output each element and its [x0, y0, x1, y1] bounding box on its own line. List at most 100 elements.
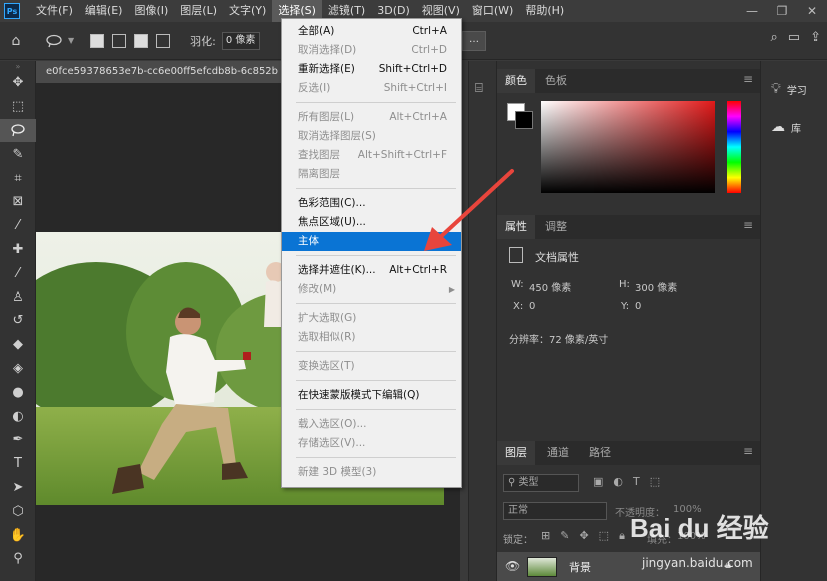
menu-item-load-selection[interactable]: 载入选区(O)...: [282, 415, 461, 434]
lock-all-icon[interactable]: 🔒︎: [619, 529, 625, 543]
healing-brush-tool-icon[interactable]: ✚: [0, 238, 36, 262]
menu-file[interactable]: 文件(F): [30, 0, 79, 22]
history-icon[interactable]: ⌸: [475, 81, 483, 96]
path-select-tool-icon[interactable]: ➤: [0, 476, 36, 500]
lock-artboard-icon[interactable]: ⬚: [599, 529, 609, 543]
tab-color[interactable]: 颜色: [497, 69, 535, 93]
menu-item-deselect-layers[interactable]: 取消选择图层(S): [282, 127, 461, 146]
chevron-down-icon[interactable]: ▼: [68, 36, 74, 45]
lasso-tool-icon[interactable]: [0, 118, 36, 143]
menu-item-reselect[interactable]: 重新选择(E) Shift+Ctrl+D: [282, 60, 461, 79]
tab-adjustments[interactable]: 调整: [537, 215, 575, 239]
width-value[interactable]: 450 像素: [529, 279, 571, 294]
menu-item-find-layers[interactable]: 查找图层 Alt+Shift+Ctrl+F: [282, 146, 461, 165]
menu-edit[interactable]: 编辑(E): [79, 0, 129, 22]
close-button[interactable]: ✕: [797, 0, 827, 22]
marquee-tool-icon[interactable]: ⬚: [0, 95, 36, 119]
move-tool-icon[interactable]: ✥: [0, 71, 36, 95]
shape-filter-icon[interactable]: ⬚: [650, 475, 660, 488]
red-arrow-annotation: [424, 169, 514, 251]
add-selection-icon[interactable]: [112, 33, 127, 48]
libraries-panel-button[interactable]: ☁ 库: [771, 119, 801, 135]
panel-menu-icon[interactable]: ≡: [743, 444, 753, 458]
eraser-tool-icon[interactable]: ◆: [0, 333, 36, 357]
lock-transparency-icon[interactable]: ⊞: [541, 529, 550, 543]
menu-item-similar[interactable]: 选取相似(R): [282, 328, 461, 347]
layer-filter-select[interactable]: ⚲ 类型: [503, 474, 579, 492]
restore-button[interactable]: ❐: [767, 0, 797, 22]
new-selection-icon[interactable]: [90, 33, 105, 48]
menu-item-modify[interactable]: 修改(M) ▶: [282, 280, 461, 299]
tab-swatches[interactable]: 色板: [537, 69, 575, 93]
lock-icons: ⊞ ✎ ✥ ⬚ 🔒︎: [541, 529, 625, 543]
height-value[interactable]: 300 像素: [635, 279, 677, 294]
tab-paths[interactable]: 路径: [581, 441, 619, 465]
menu-item-select-and-mask[interactable]: 选择并遮住(K)... Alt+Ctrl+R: [282, 261, 461, 280]
history-brush-tool-icon[interactable]: ↺: [0, 309, 36, 333]
menu-item-transform-selection[interactable]: 变换选区(T): [282, 357, 461, 376]
brush-tool-icon[interactable]: ⁄: [0, 261, 36, 285]
tab-channels[interactable]: 通道: [539, 441, 577, 465]
menu-window[interactable]: 窗口(W): [466, 0, 519, 22]
workspace-icon[interactable]: ▭: [788, 30, 800, 45]
panel-menu-icon[interactable]: ≡: [743, 72, 753, 86]
menu-item-inverse[interactable]: 反选(I) Shift+Ctrl+I: [282, 79, 461, 98]
learn-label: 学习: [786, 85, 807, 97]
visibility-eye-icon[interactable]: 👁︎: [505, 559, 520, 573]
menu-image[interactable]: 图像(I): [128, 0, 174, 22]
document-tab[interactable]: e0fce59378653e7b-cc6e00ff5efcdb8b-6c852b: [36, 61, 282, 83]
menu-item-grow[interactable]: 扩大选取(G): [282, 309, 461, 328]
minimize-button[interactable]: —: [737, 0, 767, 22]
menu-item-deselect[interactable]: 取消选择(D) Ctrl+D: [282, 41, 461, 60]
menu-item-all-layers[interactable]: 所有图层(L) Alt+Ctrl+A: [282, 108, 461, 127]
quick-select-tool-icon[interactable]: ✎: [0, 142, 36, 166]
blend-mode-select[interactable]: 正常: [503, 502, 607, 520]
pen-tool-icon[interactable]: ✒: [0, 428, 36, 452]
y-value[interactable]: 0: [635, 301, 641, 312]
layer-name[interactable]: 背景: [569, 559, 591, 575]
menu-item-save-selection[interactable]: 存储选区(V)...: [282, 434, 461, 453]
lock-pixels-icon[interactable]: ✎: [560, 529, 569, 543]
panel-menu-icon[interactable]: ≡: [743, 218, 753, 232]
dodge-tool-icon[interactable]: ◐: [0, 404, 36, 428]
baidu-jingyan-watermark: Bai du 经验 jingyan.baidu.com: [630, 490, 827, 580]
type-filter-icon[interactable]: T: [633, 475, 640, 488]
background-color-swatch[interactable]: [515, 111, 533, 129]
menu-item-select-all[interactable]: 全部(A) Ctrl+A: [282, 22, 461, 41]
blur-tool-icon[interactable]: ●: [0, 380, 36, 404]
type-tool-icon[interactable]: T: [0, 452, 36, 476]
menu-type[interactable]: 文字(Y): [223, 0, 272, 22]
intersect-selection-icon[interactable]: [156, 33, 171, 48]
toolbar-collapse-icon[interactable]: »: [0, 61, 36, 71]
eyedropper-tool-icon[interactable]: ⁄: [0, 214, 36, 238]
menu-help[interactable]: 帮助(H): [519, 0, 570, 22]
tab-layers[interactable]: 图层: [497, 441, 535, 465]
menu-item-quick-mask[interactable]: 在快速蒙版模式下编辑(Q): [282, 386, 461, 405]
lock-position-icon[interactable]: ✥: [579, 529, 588, 543]
hue-slider[interactable]: [727, 101, 741, 193]
x-value[interactable]: 0: [529, 301, 535, 312]
search-icon[interactable]: ⌕: [771, 30, 778, 45]
paint-bucket-tool-icon[interactable]: ◈: [0, 357, 36, 381]
feather-input[interactable]: 0 像素: [221, 31, 260, 50]
menu-item-new-3d-model[interactable]: 新建 3D 模型(3): [282, 463, 461, 482]
menu-separator: [296, 255, 456, 256]
shape-tool-icon[interactable]: ⬡: [0, 499, 36, 523]
pixel-filter-icon[interactable]: ▣: [593, 475, 603, 488]
menu-separator: [296, 351, 456, 352]
lock-label: 锁定：: [503, 535, 533, 546]
menu-layer[interactable]: 图层(L): [174, 0, 223, 22]
select-and-mask-button[interactable]: …: [462, 31, 486, 51]
stamp-tool-icon[interactable]: ♙: [0, 285, 36, 309]
frame-tool-icon[interactable]: ⊠: [0, 190, 36, 214]
zoom-tool-icon[interactable]: ⚲: [0, 547, 36, 571]
crop-tool-icon[interactable]: ⌗: [0, 166, 36, 190]
lasso-preset-icon[interactable]: [42, 29, 66, 53]
color-picker-field[interactable]: [541, 101, 715, 193]
adjustment-filter-icon[interactable]: ◐: [613, 475, 623, 488]
share-icon[interactable]: ⇪: [810, 30, 821, 45]
learn-panel-button[interactable]: 💡︎ 学习: [771, 81, 807, 97]
home-icon[interactable]: ⌂: [4, 29, 28, 53]
subtract-selection-icon[interactable]: [134, 33, 149, 48]
hand-tool-icon[interactable]: ✋: [0, 523, 36, 547]
